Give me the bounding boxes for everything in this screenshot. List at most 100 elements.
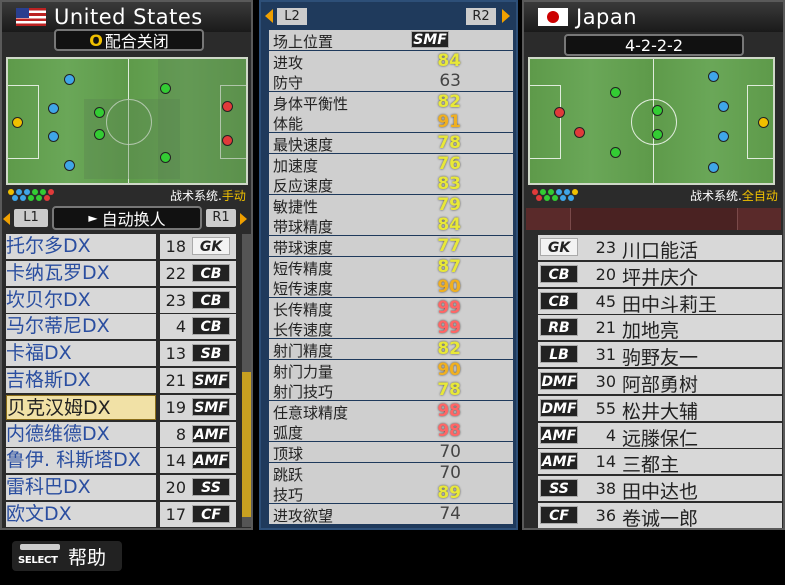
position-badge: GK: [540, 238, 578, 256]
tactics-label: 战术系统.: [690, 189, 742, 203]
position-badge: LB: [540, 345, 578, 364]
select-button-icon: SELECT: [18, 555, 58, 566]
player-number: 38: [595, 479, 616, 499]
auto-sub-button[interactable]: ► 自动换人: [52, 206, 202, 230]
stat-value: 76: [437, 153, 461, 174]
player-row[interactable]: 卡福DX 13 SB: [2, 341, 242, 367]
stat-label: 进攻: [273, 53, 304, 72]
help-button[interactable]: SELECT 帮助: [12, 541, 122, 571]
right-arrow-icon[interactable]: [240, 213, 247, 225]
player-row[interactable]: DMF 30 阿部勇树: [538, 369, 782, 396]
stat-row: 体能 91: [269, 112, 513, 134]
auto-sub-label: 自动换人: [101, 210, 166, 229]
player-row[interactable]: 卡纳瓦罗DX 22 CB: [2, 260, 242, 286]
player-row[interactable]: AMF 14 三都主: [538, 449, 782, 476]
us-flag-icon: [16, 8, 46, 26]
away-tactics-system: 战术系统.全自动: [690, 187, 778, 204]
player-name: 托尔多DX: [6, 234, 156, 259]
tactics-label: 战术系统.: [170, 189, 222, 203]
stat-label: 任意球精度: [273, 403, 349, 422]
stats-tab-bar: L2 R2: [261, 5, 516, 27]
player-dot: [222, 135, 233, 146]
player-name: 卡纳瓦罗DX: [6, 260, 156, 286]
player-row[interactable]: 内德维德DX 8 AMF: [2, 421, 242, 447]
player-dot: [160, 152, 171, 163]
player-name: 坪井庆介: [622, 266, 699, 289]
player-info-cell: 22 CB: [160, 260, 236, 286]
stat-row: 防守 63: [269, 71, 513, 92]
stat-value: 98: [437, 400, 461, 421]
stat-row: 最快速度 78: [269, 133, 513, 154]
r2-tab-button[interactable]: R2: [466, 8, 496, 25]
coop-label: 配合关闭: [104, 32, 169, 51]
stat-row: 敏捷性 79: [269, 194, 513, 216]
player-name: 欧文DX: [6, 502, 156, 527]
player-row[interactable]: 雷科巴DX 20 SS: [2, 475, 242, 501]
player-number: 18: [165, 237, 186, 256]
stat-row: 加速度 76: [269, 153, 513, 175]
player-number: 4: [605, 425, 616, 445]
player-row[interactable]: 吉格斯DX 21 SMF: [2, 368, 242, 393]
player-row[interactable]: 坎贝尔DX 23 CB: [2, 287, 242, 313]
position-badge: CF: [540, 506, 578, 524]
player-number: 20: [595, 264, 616, 284]
stat-label: 体能: [273, 115, 304, 134]
player-info-cell: 8 AMF: [160, 421, 236, 447]
player-row[interactable]: SS 38 田中达也: [538, 476, 782, 503]
stat-value: 82: [437, 91, 461, 112]
player-row[interactable]: 托尔多DX 18 GK: [2, 234, 242, 259]
player-row[interactable]: CB 20 坪井庆介: [538, 261, 782, 289]
l1-tab-button[interactable]: L1: [14, 209, 48, 227]
stat-row: 射门精度 82: [269, 339, 513, 360]
play-icon: ►: [88, 211, 98, 225]
coop-toggle-button[interactable]: O 配合关闭: [54, 29, 204, 51]
formation-label[interactable]: 4-2-2-2: [564, 34, 744, 56]
player-row[interactable]: 贝克汉姆DX 19 SMF: [2, 394, 242, 420]
position-badge: CF: [192, 505, 230, 523]
home-formation-pitch[interactable]: [6, 57, 248, 185]
player-dot: [718, 101, 729, 112]
player-row[interactable]: 欧文DX 17 CF: [2, 502, 242, 527]
player-number: 23: [165, 290, 186, 310]
scrollbar-track[interactable]: [242, 234, 251, 527]
position-badge: AMF: [192, 451, 230, 470]
player-row[interactable]: DMF 55 松井大辅: [538, 395, 782, 423]
stat-label: 加速度: [273, 156, 319, 175]
player-dot: [554, 107, 565, 118]
scrollbar-thumb[interactable]: [242, 372, 251, 517]
player-name: 阿部勇树: [622, 374, 699, 396]
stat-value: 79: [437, 194, 461, 215]
position-badge: CB: [540, 264, 578, 283]
player-row[interactable]: AMF 4 远滕保仁: [538, 422, 782, 450]
player-name: 加地亮: [622, 320, 680, 343]
player-row[interactable]: 马尔蒂尼DX 4 CB: [2, 314, 242, 340]
player-name: 远滕保仁: [622, 427, 699, 450]
player-row[interactable]: CB 45 田中斗莉王: [538, 288, 782, 316]
player-info-cell: 17 CF: [160, 502, 236, 527]
circle-button-icon: O: [89, 30, 103, 50]
l2-tab-button[interactable]: L2: [277, 8, 307, 25]
r1-tab-button[interactable]: R1: [206, 209, 236, 227]
player-dot: [94, 129, 105, 140]
stat-label: 场上位置: [273, 33, 334, 51]
player-number: 45: [595, 291, 616, 311]
left-arrow-icon[interactable]: [265, 9, 273, 23]
stat-row: 短传精度 87: [269, 256, 513, 278]
stat-label: 长传速度: [273, 321, 334, 340]
player-row[interactable]: 鲁伊. 科斯塔DX 14 AMF: [2, 448, 242, 474]
player-info-cell: 13 SB: [160, 341, 236, 367]
player-row[interactable]: CF 36 卷诚一郎: [538, 503, 782, 530]
stat-value: 63: [439, 71, 461, 92]
player-row[interactable]: LB 31 驹野友一: [538, 342, 782, 369]
position-badge: SMF: [192, 371, 230, 389]
player-name: 鲁伊. 科斯塔DX: [6, 448, 156, 474]
stat-row: 顶球 70: [269, 442, 513, 463]
player-dot: [64, 160, 75, 171]
player-name: 坎贝尔DX: [6, 287, 156, 313]
stat-value: 91: [437, 112, 461, 133]
player-row[interactable]: GK 23 川口能活: [538, 235, 782, 262]
sub-tab-bar: L1 ► 自动换人 R1: [2, 206, 251, 230]
left-arrow-icon[interactable]: [3, 213, 10, 225]
player-row[interactable]: RB 21 加地亮: [538, 315, 782, 343]
right-arrow-icon[interactable]: [502, 9, 510, 23]
